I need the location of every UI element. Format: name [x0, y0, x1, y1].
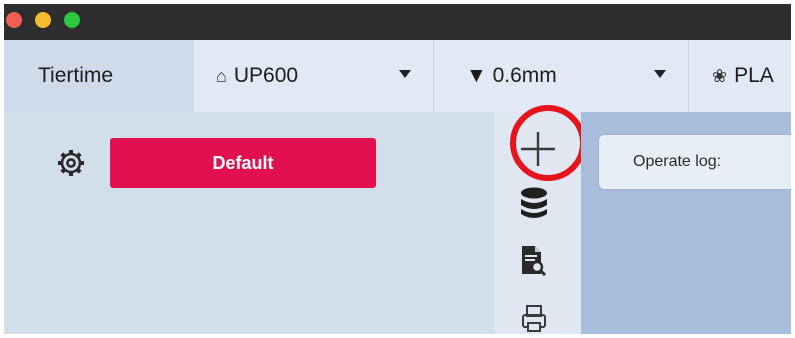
flower-icon: ❀	[712, 65, 728, 86]
profile-panel: Default	[4, 112, 494, 334]
plus-icon	[521, 132, 555, 166]
maximize-window-button[interactable]	[64, 12, 80, 28]
tab-brand[interactable]: Tiertime	[4, 40, 194, 112]
brand-label: Tiertime	[38, 64, 114, 87]
default-profile-button[interactable]: Default	[110, 138, 376, 188]
add-button[interactable]	[510, 105, 586, 181]
title-bar	[4, 4, 791, 40]
chevron-down-icon	[399, 70, 411, 78]
app-window: Tiertime ⌂ UP600 ▼ 0.6mm ❀ PLA Default O…	[4, 4, 791, 334]
printer-button[interactable]	[520, 302, 548, 334]
log-panel: Operate log:	[581, 112, 791, 334]
printer-outline-icon: ⌂	[216, 65, 227, 86]
printer-icon	[522, 305, 546, 332]
tool-strip	[494, 105, 586, 334]
database-button[interactable]	[518, 186, 550, 222]
document-search-icon	[522, 246, 547, 277]
operate-log-box[interactable]: Operate log:	[598, 134, 791, 190]
minimize-window-button[interactable]	[35, 12, 51, 28]
database-icon	[521, 187, 547, 218]
operate-log-label: Operate log:	[633, 153, 722, 170]
close-window-button[interactable]	[6, 12, 22, 28]
nozzle-select[interactable]: ▼ 0.6mm	[435, 40, 689, 112]
printer-select[interactable]: ⌂ UP600	[194, 40, 434, 112]
nozzle-select-value: ▼ 0.6mm	[466, 64, 557, 87]
top-tab-bar: Tiertime ⌂ UP600 ▼ 0.6mm ❀ PLA	[4, 40, 791, 112]
material-select[interactable]: ❀ PLA	[690, 40, 791, 112]
gear-icon[interactable]	[56, 148, 86, 178]
material-select-value: PLA	[734, 64, 774, 87]
document-search-button[interactable]	[519, 244, 547, 278]
chevron-down-icon	[654, 70, 666, 78]
printer-select-value: UP600	[233, 64, 299, 87]
